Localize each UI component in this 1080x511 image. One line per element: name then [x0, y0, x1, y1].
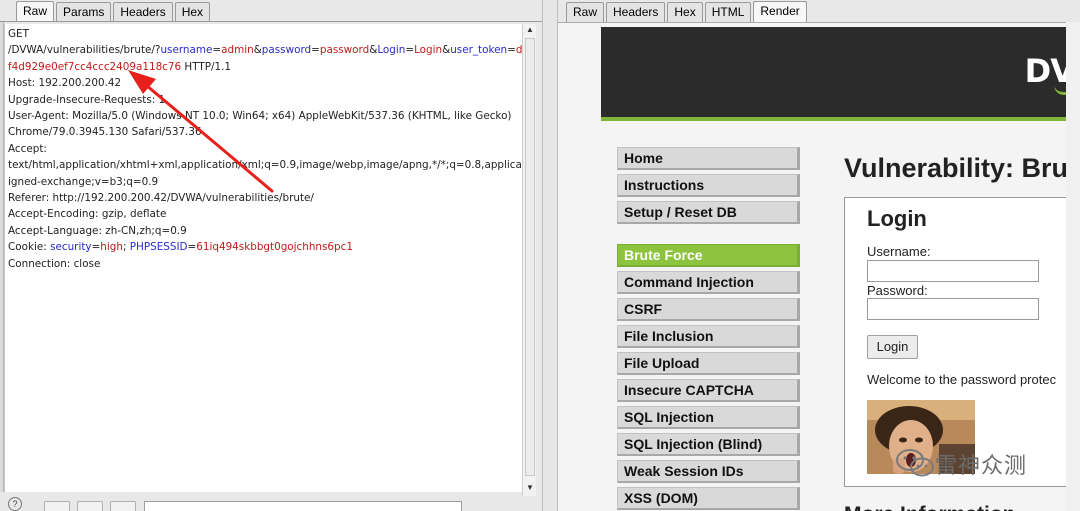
request-panel: Raw Params Headers Hex GET /DVWA/vulnera… — [0, 0, 542, 511]
login-form: Login Username: Password: Login Welcome … — [844, 197, 1080, 487]
menu-item-file-inclusion[interactable]: File Inclusion — [617, 325, 800, 348]
welcome-message: Welcome to the password protec — [867, 372, 1057, 387]
tab-hex[interactable]: Hex — [174, 2, 211, 22]
add-button[interactable] — [77, 501, 103, 511]
menu-item-command-injection[interactable]: Command Injection — [617, 271, 800, 294]
tab-headers[interactable]: Headers — [113, 2, 173, 22]
header-host: Host: 192.200.200.42 — [8, 77, 122, 90]
menu-item-csrf[interactable]: CSRF — [617, 298, 800, 321]
menu-item-sql-injection[interactable]: SQL Injection — [617, 406, 800, 429]
header-accept-encoding: Accept-Encoding: gzip, deflate — [8, 208, 167, 221]
header-cookie: Cookie: security=high; PHPSESSID=61iq494… — [8, 241, 353, 254]
request-line-path: /DVWA/vulnerabilities/brute/?username=ad… — [8, 44, 522, 57]
rendered-page: DV Home Instructions Setup / Reset DB Br… — [558, 22, 1080, 511]
header-user-agent-cont: Chrome/79.0.3945.130 Safari/537.36 — [8, 126, 202, 139]
response-tabs: Raw Headers Hex HTML Render — [566, 0, 809, 22]
tab-headers[interactable]: Headers — [606, 2, 666, 22]
tab-divider-line — [0, 21, 542, 22]
pane-splitter[interactable] — [542, 0, 558, 511]
menu-item-home[interactable]: Home — [617, 147, 800, 170]
search-input[interactable] — [144, 501, 462, 511]
tab-html[interactable]: HTML — [704, 2, 752, 22]
search-bar: ? — [0, 496, 542, 511]
next-button[interactable] — [110, 501, 136, 511]
watermark: 雷神众测 — [895, 446, 1055, 480]
password-input[interactable] — [867, 298, 1039, 320]
header-upgrade-insecure: Upgrade-Insecure-Requests: 1 — [8, 93, 166, 106]
scroll-down-arrow-icon[interactable]: ▼ — [523, 482, 537, 494]
login-button[interactable]: Login — [867, 335, 918, 359]
page-title: Vulnerability: Bru — [844, 153, 1069, 183]
wechat-logo-icon — [896, 449, 934, 477]
prev-button[interactable] — [44, 501, 70, 511]
watermark-text: 雷神众测 — [935, 453, 1028, 478]
response-panel: Raw Headers Hex HTML Render DV Home Inst… — [558, 0, 1080, 511]
scroll-up-arrow-icon[interactable]: ▲ — [523, 24, 537, 36]
tab-render[interactable]: Render — [753, 1, 807, 22]
dvwa-side-menu: Home Instructions Setup / Reset DB Brute… — [617, 147, 800, 511]
header-connection: Connection: close — [8, 257, 101, 270]
menu-item-setup[interactable]: Setup / Reset DB — [617, 201, 800, 224]
menu-item-weak-session-ids[interactable]: Weak Session IDs — [617, 460, 800, 483]
help-icon[interactable]: ? — [8, 497, 22, 511]
menu-item-file-upload[interactable]: File Upload — [617, 352, 800, 375]
header-user-agent: User-Agent: Mozilla/5.0 (Windows NT 10.0… — [8, 110, 512, 123]
header-accept: Accept: — [8, 142, 47, 155]
raw-request-editor[interactable]: GET /DVWA/vulnerabilities/brute/?usernam… — [4, 24, 522, 492]
header-accept-language: Accept-Language: zh-CN,zh;q=0.9 — [8, 224, 187, 237]
request-tabs: Raw Params Headers Hex — [16, 0, 212, 22]
request-line-method: GET — [8, 28, 29, 40]
username-label: Username: — [867, 244, 931, 259]
header-accept-value-cont: igned-exchange;v=b3;q=0.9 — [8, 175, 159, 188]
scrollbar-thumb[interactable] — [525, 38, 535, 476]
tab-params[interactable]: Params — [56, 2, 112, 22]
menu-item-brute-force[interactable]: Brute Force — [617, 244, 800, 267]
dvwa-header: DV — [601, 27, 1080, 117]
menu-item-sql-injection-blind[interactable]: SQL Injection (Blind) — [617, 433, 800, 456]
more-information-heading: More Information — [844, 503, 1016, 511]
header-referer: Referer: http://192.200.200.42/DVWA/vuln… — [8, 192, 314, 205]
request-scrollbar[interactable]: ▲ ▼ — [522, 24, 536, 496]
login-heading: Login — [867, 206, 927, 231]
render-scrollbar[interactable] — [1066, 22, 1080, 511]
menu-item-insecure-captcha[interactable]: Insecure CAPTCHA — [617, 379, 800, 402]
menu-item-instructions[interactable]: Instructions — [617, 174, 800, 197]
password-label: Password: — [867, 283, 928, 298]
header-accent-bar — [601, 117, 1080, 121]
header-accept-value: text/html,application/xhtml+xml,applicat… — [8, 159, 522, 172]
request-line-token: f4d929e0ef7cc4ccc2409a118c76 HTTP/1.1 — [8, 60, 232, 73]
tab-raw[interactable]: Raw — [16, 1, 55, 22]
tab-hex[interactable]: Hex — [667, 2, 703, 22]
username-input[interactable] — [867, 260, 1039, 282]
menu-item-xss-dom[interactable]: XSS (DOM) — [617, 487, 800, 510]
tab-raw[interactable]: Raw — [566, 2, 605, 22]
